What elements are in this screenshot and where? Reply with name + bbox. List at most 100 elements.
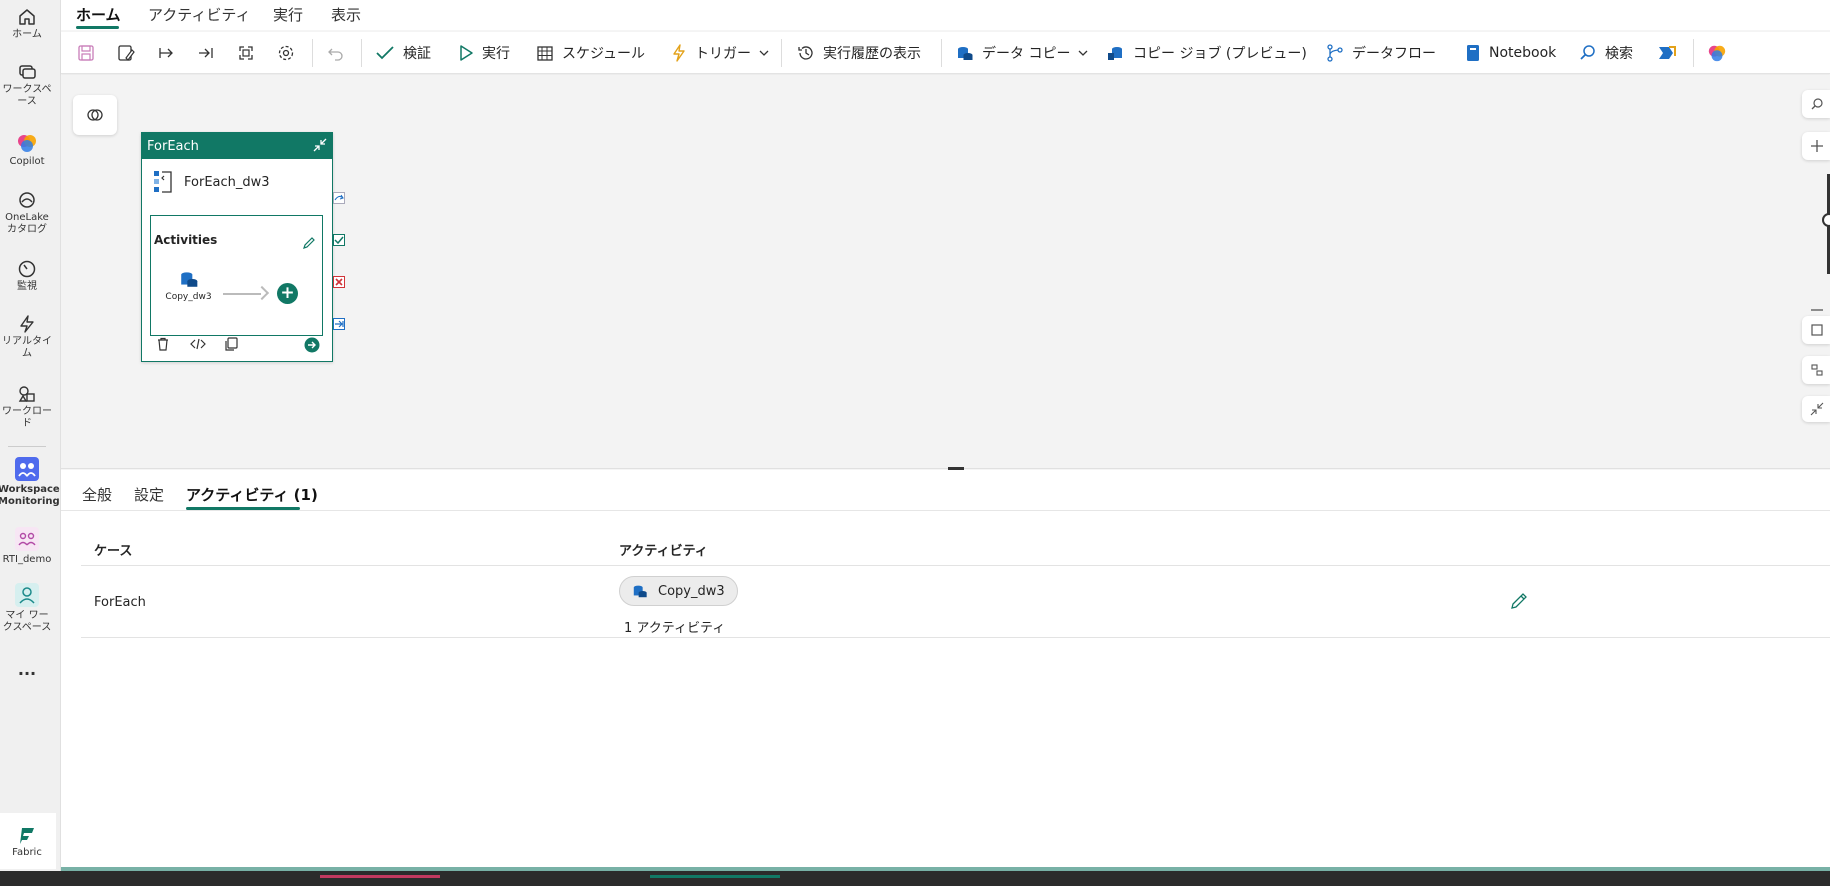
tab-activities[interactable]: アクティビティ	[148, 4, 250, 25]
settings-button[interactable]	[277, 40, 295, 66]
save-button[interactable]	[77, 40, 95, 66]
fail-port[interactable]	[333, 276, 345, 288]
move-end-button[interactable]	[197, 40, 215, 66]
zoom-slider-thumb[interactable]	[1822, 213, 1830, 227]
go-to-activity-button[interactable]	[304, 337, 320, 357]
save-as-button[interactable]	[117, 40, 135, 66]
panel-divider	[61, 468, 1830, 469]
canvas-copilot-button[interactable]	[73, 95, 117, 135]
dataflow-button[interactable]: データフロー	[1326, 40, 1436, 66]
rail-label-rti-demo: RTI_demo	[2, 554, 52, 565]
copilot-icon	[18, 135, 36, 152]
arrow-right-bar-icon	[159, 48, 173, 58]
pencil-icon[interactable]	[302, 236, 316, 250]
rail-item-onelake[interactable]: OneLake カタログ	[0, 190, 54, 236]
tab-view[interactable]: 表示	[331, 4, 361, 25]
copy-activity-node[interactable]: Copy_dw3	[161, 269, 216, 302]
activity-count: 1 アクティビティ	[624, 621, 726, 636]
fabric-switcher[interactable]: Fabric	[0, 813, 56, 869]
canvas-search-button[interactable]	[1802, 90, 1830, 118]
taskbar	[0, 871, 1830, 886]
play-icon	[460, 45, 473, 61]
expand-icon	[239, 46, 253, 60]
rail-item-monitor[interactable]: 監視	[0, 259, 54, 293]
view-run-history-button[interactable]: 実行履歴の表示	[797, 40, 921, 66]
checkmark-icon	[334, 236, 344, 244]
skip-port[interactable]	[333, 192, 345, 204]
activities-container[interactable]: Activities Copy_dw3 +	[150, 215, 323, 336]
tab-activities[interactable]: アクティビティ (1)	[186, 484, 318, 505]
collapse-panel-button[interactable]	[1802, 396, 1830, 422]
rail-more-button[interactable]: ...	[0, 662, 54, 678]
rail-label-workspaces: ワークスペース	[2, 84, 52, 107]
fabric-icon	[20, 828, 34, 844]
edit-activities-button[interactable]	[1510, 592, 1528, 614]
workspaces-icon	[19, 65, 36, 79]
tab-home[interactable]: ホーム	[76, 4, 121, 25]
panel-tab-divider	[61, 510, 1830, 511]
schedule-button[interactable]: スケジュール	[536, 40, 645, 66]
fit-button[interactable]	[237, 40, 255, 66]
row-divider	[81, 637, 1830, 638]
code-button[interactable]	[190, 337, 206, 355]
plus-icon	[1811, 140, 1823, 152]
rail-item-realtime[interactable]: リアルタイム	[0, 314, 54, 360]
skip-icon	[334, 194, 344, 201]
gear-icon	[278, 45, 294, 61]
power-automate-button[interactable]	[1657, 40, 1677, 66]
pipeline-canvas[interactable]: ForEach ForEach_dw3 Activities Copy_dw3 …	[61, 75, 1830, 468]
rail-item-workload[interactable]: ワークロード	[0, 384, 54, 430]
search-button[interactable]: 検索	[1579, 40, 1633, 66]
code-icon	[190, 338, 206, 350]
rail-item-rti-demo[interactable]: RTI_demo	[0, 526, 54, 566]
checkmark-icon	[376, 46, 394, 60]
notebook-label: Notebook	[1489, 45, 1557, 61]
notebook-button[interactable]: Notebook	[1465, 40, 1556, 66]
copy-data-icon	[180, 272, 197, 287]
ribbon-tabs: ホーム アクティビティ 実行 表示	[61, 0, 1830, 30]
rail-item-copilot[interactable]: Copilot	[0, 132, 54, 168]
zoom-in-button[interactable]	[1802, 132, 1830, 160]
fabric-label: Fabric	[12, 847, 42, 858]
success-port[interactable]	[333, 234, 345, 246]
rail-separator	[8, 446, 46, 447]
copy-job-button[interactable]: コピー ジョブ (プレビュー)	[1107, 40, 1307, 66]
tab-general[interactable]: 全般	[82, 484, 112, 505]
collapse-icon[interactable]	[312, 137, 328, 153]
complete-port[interactable]	[333, 318, 345, 330]
tab-settings[interactable]: 設定	[134, 484, 164, 505]
foreach-activity-node[interactable]: ForEach ForEach_dw3 Activities Copy_dw3 …	[141, 132, 333, 362]
trigger-dropdown[interactable]: トリガー	[671, 40, 769, 66]
lightning-icon	[20, 315, 34, 333]
auto-align-button[interactable]	[1802, 356, 1830, 384]
home-icon	[19, 9, 35, 25]
run-button[interactable]: 実行	[458, 40, 510, 66]
rail-label-my-workspace: マイ ワークスペース	[2, 610, 52, 633]
notebook-icon	[1467, 45, 1479, 61]
copy-data-dropdown[interactable]: データ コピー	[956, 40, 1088, 66]
rail-item-my-workspace[interactable]: マイ ワークスペース	[0, 582, 54, 634]
rail-item-workspaces[interactable]: ワークスペース	[0, 62, 54, 108]
delete-button[interactable]	[156, 337, 170, 355]
rail-item-home[interactable]: ホーム	[0, 7, 54, 41]
add-activity-button[interactable]: +	[277, 283, 298, 304]
workspace-monitoring-icon	[15, 457, 39, 481]
copy-button[interactable]	[224, 337, 238, 355]
arrow-circle-right-icon	[304, 337, 320, 353]
rail-item-workspace-monitoring[interactable]: Workspace Monitoring	[0, 456, 60, 508]
move-right-button[interactable]	[157, 40, 175, 66]
case-cell: ForEach	[94, 595, 146, 610]
left-rail: ホーム ワークスペース Copilot OneLake カタログ 監視 リアルタ…	[0, 0, 61, 886]
copilot-toolbar-button[interactable]	[1707, 40, 1727, 66]
copilot-icon	[1708, 45, 1726, 62]
activity-chip[interactable]: Copy_dw3	[619, 576, 738, 606]
fit-to-screen-button[interactable]	[1802, 316, 1830, 344]
tab-run[interactable]: 実行	[273, 4, 303, 25]
properties-panel: 全般 設定 アクティビティ (1) ケース アクティビティ ForEach Co…	[61, 470, 1830, 867]
validate-button[interactable]: 検証	[375, 40, 431, 66]
copy-icon	[225, 337, 238, 351]
undo-button[interactable]	[327, 40, 345, 66]
chevron-down-icon	[759, 50, 769, 56]
column-header-case: ケース	[94, 544, 133, 559]
lightning-icon	[673, 44, 685, 62]
